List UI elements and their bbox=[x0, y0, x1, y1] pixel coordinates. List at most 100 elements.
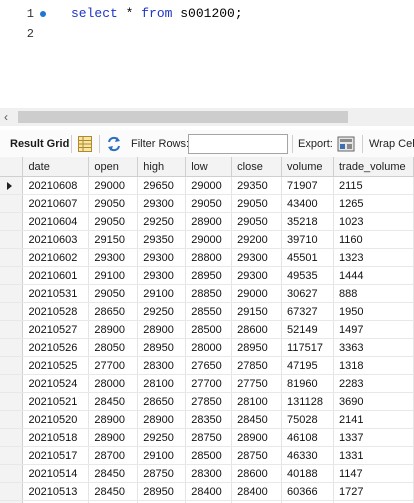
cell-volume[interactable]: 46108 bbox=[281, 428, 334, 447]
cell-trade-volume[interactable]: 1323 bbox=[333, 248, 414, 267]
row-selector[interactable] bbox=[0, 248, 24, 267]
cell-close[interactable]: 29300 bbox=[231, 248, 283, 267]
cell-volume[interactable]: 49535 bbox=[281, 266, 334, 285]
editor-line[interactable]: 2 bbox=[0, 24, 414, 44]
cell-open[interactable]: 29000 bbox=[88, 176, 139, 195]
cell-close[interactable]: 28100 bbox=[231, 392, 283, 411]
cell-date[interactable]: 20210601 bbox=[22, 266, 90, 285]
row-selector[interactable] bbox=[0, 446, 24, 465]
cell-close[interactable]: 28750 bbox=[231, 446, 283, 465]
cell-high[interactable]: 29350 bbox=[137, 230, 187, 249]
table-row[interactable]: 20210520 28900 28900 28350 28450 75028 2141 bbox=[0, 410, 414, 429]
cell-date[interactable]: 20210528 bbox=[22, 302, 90, 321]
cell-close[interactable]: 28900 bbox=[231, 428, 283, 447]
cell-open[interactable]: 27700 bbox=[88, 356, 139, 375]
column-header-date[interactable]: date bbox=[22, 157, 90, 177]
cell-low[interactable]: 29050 bbox=[185, 194, 233, 213]
result-grid-tab[interactable]: Result Grid bbox=[10, 136, 69, 152]
scrollbar-thumb[interactable] bbox=[18, 111, 348, 123]
table-row[interactable]: 20210514 28450 28750 28300 28600 40188 1147 bbox=[0, 464, 414, 483]
cell-trade-volume[interactable]: 1331 bbox=[333, 446, 414, 465]
cell-volume[interactable]: 47195 bbox=[281, 356, 334, 375]
cell-low[interactable]: 29000 bbox=[185, 176, 233, 195]
cell-volume[interactable]: 35218 bbox=[281, 212, 334, 231]
cell-trade-volume[interactable]: 1444 bbox=[333, 266, 414, 285]
row-selector[interactable] bbox=[0, 338, 24, 357]
cell-high[interactable]: 29250 bbox=[137, 428, 187, 447]
cell-trade-volume[interactable]: 1497 bbox=[333, 320, 414, 339]
cell-trade-volume[interactable]: 1318 bbox=[333, 356, 414, 375]
cell-volume[interactable]: 43400 bbox=[281, 194, 334, 213]
cell-close[interactable]: 27750 bbox=[231, 374, 283, 393]
cell-open[interactable]: 28050 bbox=[88, 338, 139, 357]
cell-volume[interactable]: 131128 bbox=[281, 392, 334, 411]
cell-low[interactable]: 28950 bbox=[185, 266, 233, 285]
table-row[interactable]: 20210518 28900 29250 28750 28900 46108 1337 bbox=[0, 428, 414, 447]
row-selector[interactable] bbox=[0, 482, 24, 501]
cell-volume[interactable]: 40188 bbox=[281, 464, 334, 483]
row-selector[interactable] bbox=[0, 284, 24, 303]
cell-date[interactable]: 20210602 bbox=[22, 248, 90, 267]
table-row[interactable]: 20210521 28450 28650 27850 28100 131128 3690 bbox=[0, 392, 414, 411]
cell-low[interactable]: 28500 bbox=[185, 446, 233, 465]
cell-volume[interactable]: 30627 bbox=[281, 284, 334, 303]
cell-trade-volume[interactable]: 3690 bbox=[333, 392, 414, 411]
cell-open[interactable]: 29050 bbox=[88, 212, 139, 231]
sql-editor[interactable]: 1 select * from s001200; 2 bbox=[0, 0, 414, 108]
code-text[interactable]: select * from s001200; bbox=[71, 4, 243, 24]
table-row[interactable]: 20210531 29050 29100 28850 29000 30627 888 bbox=[0, 284, 414, 303]
cell-low[interactable]: 27700 bbox=[185, 374, 233, 393]
table-row[interactable]: 20210527 28900 28900 28500 28600 52149 1497 bbox=[0, 320, 414, 339]
cell-volume[interactable]: 46330 bbox=[281, 446, 334, 465]
table-row[interactable]: 20210603 29150 29350 29000 29200 39710 1160 bbox=[0, 230, 414, 249]
cell-high[interactable]: 29650 bbox=[137, 176, 187, 195]
table-row[interactable]: 20210524 28000 28100 27700 27750 81960 2283 bbox=[0, 374, 414, 393]
table-row[interactable]: 20210528 28650 29250 28550 29150 67327 1950 bbox=[0, 302, 414, 321]
cell-trade-volume[interactable]: 2141 bbox=[333, 410, 414, 429]
cell-open[interactable]: 28900 bbox=[88, 428, 139, 447]
cell-open[interactable]: 28900 bbox=[88, 320, 139, 339]
cell-date[interactable]: 20210607 bbox=[22, 194, 90, 213]
cell-close[interactable]: 28600 bbox=[231, 464, 283, 483]
cell-volume[interactable]: 45501 bbox=[281, 248, 334, 267]
table-row[interactable]: 20210513 28450 28950 28400 28400 60366 1727 bbox=[0, 482, 414, 501]
cell-low[interactable]: 27850 bbox=[185, 392, 233, 411]
cell-open[interactable]: 28700 bbox=[88, 446, 139, 465]
table-row[interactable]: 20210604 29050 29250 28900 29050 35218 1023 bbox=[0, 212, 414, 231]
cell-trade-volume[interactable]: 2115 bbox=[333, 176, 414, 195]
cell-high[interactable]: 29100 bbox=[137, 284, 187, 303]
cell-high[interactable]: 29300 bbox=[137, 248, 187, 267]
cell-high[interactable]: 29300 bbox=[137, 266, 187, 285]
cell-open[interactable]: 28900 bbox=[88, 410, 139, 429]
cell-close[interactable]: 29150 bbox=[231, 302, 283, 321]
cell-trade-volume[interactable]: 888 bbox=[333, 284, 414, 303]
row-selector[interactable] bbox=[0, 194, 24, 213]
cell-low[interactable]: 28750 bbox=[185, 428, 233, 447]
cell-trade-volume[interactable]: 1147 bbox=[333, 464, 414, 483]
cell-volume[interactable]: 75028 bbox=[281, 410, 334, 429]
column-header-close[interactable]: close bbox=[231, 157, 283, 177]
cell-high[interactable]: 29250 bbox=[137, 212, 187, 231]
form-grid-icon[interactable] bbox=[78, 136, 92, 152]
cell-trade-volume[interactable]: 1337 bbox=[333, 428, 414, 447]
cell-volume[interactable]: 39710 bbox=[281, 230, 334, 249]
table-row[interactable]: 20210525 27700 28300 27650 27850 47195 1318 bbox=[0, 356, 414, 375]
row-selector[interactable] bbox=[0, 302, 24, 321]
table-row[interactable]: 20210608 29000 29650 29000 29350 71907 2115 bbox=[0, 176, 414, 195]
cell-date[interactable]: 20210518 bbox=[22, 428, 90, 447]
table-row[interactable]: 20210526 28050 28950 28000 28950 117517 3363 bbox=[0, 338, 414, 357]
cell-date[interactable]: 20210514 bbox=[22, 464, 90, 483]
cell-trade-volume[interactable]: 1265 bbox=[333, 194, 414, 213]
cell-high[interactable]: 28300 bbox=[137, 356, 187, 375]
cell-high[interactable]: 28950 bbox=[137, 482, 187, 501]
cell-trade-volume[interactable]: 1160 bbox=[333, 230, 414, 249]
cell-date[interactable]: 20210608 bbox=[22, 176, 90, 195]
refresh-icon[interactable] bbox=[106, 136, 122, 152]
cell-volume[interactable]: 71907 bbox=[281, 176, 334, 195]
cell-high[interactable]: 28900 bbox=[137, 320, 187, 339]
cell-close[interactable]: 29300 bbox=[231, 266, 283, 285]
row-selector[interactable] bbox=[0, 356, 24, 375]
wrap-cell-toggle[interactable]: Wrap Cell bbox=[369, 136, 414, 152]
cell-volume[interactable]: 67327 bbox=[281, 302, 334, 321]
cell-low[interactable]: 28000 bbox=[185, 338, 233, 357]
